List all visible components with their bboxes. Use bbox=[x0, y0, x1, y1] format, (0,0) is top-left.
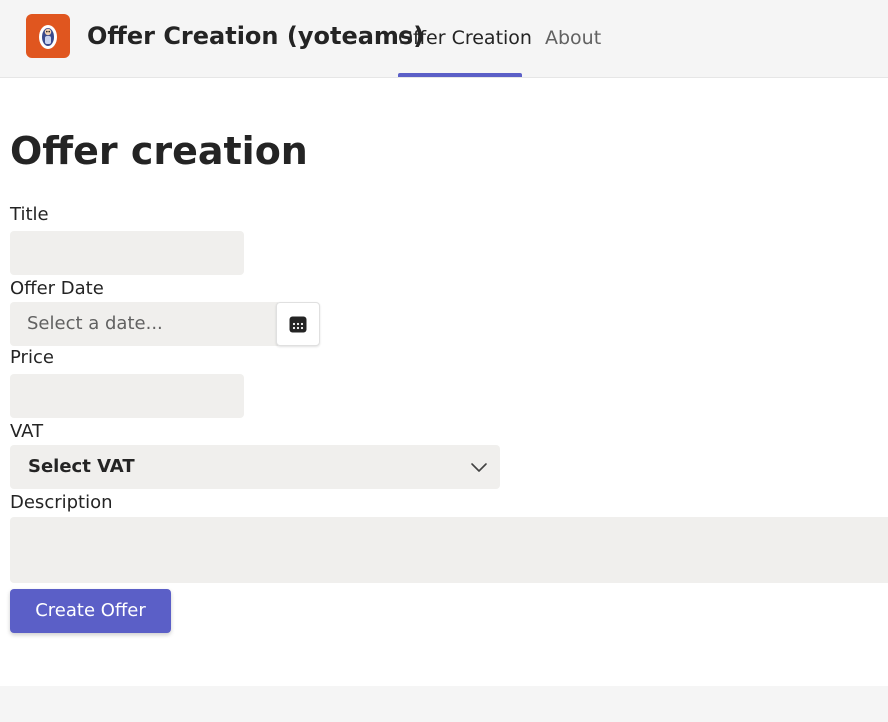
title-input[interactable] bbox=[10, 231, 244, 275]
page-title: Offer creation bbox=[10, 129, 308, 173]
tab-offer-creation[interactable]: Offer Creation bbox=[398, 26, 532, 50]
active-tab-indicator bbox=[398, 73, 522, 77]
offer-date-label: Offer Date bbox=[10, 278, 104, 299]
vat-selected-value: Select VAT bbox=[28, 456, 135, 477]
vat-select[interactable]: Select VAT bbox=[10, 445, 500, 489]
page: Offer Creation (yoteams) Offer Creation … bbox=[0, 0, 888, 722]
offer-date-input[interactable]: Select a date... bbox=[10, 302, 278, 346]
vat-label: VAT bbox=[10, 421, 44, 442]
price-label: Price bbox=[10, 347, 54, 368]
date-picker-button[interactable] bbox=[276, 302, 320, 346]
description-input[interactable] bbox=[10, 517, 888, 583]
description-label: Description bbox=[10, 492, 113, 513]
app-title: Offer Creation (yoteams) bbox=[87, 22, 425, 50]
create-offer-button[interactable]: Create Offer bbox=[10, 589, 171, 633]
yoteams-logo-icon bbox=[39, 25, 57, 49]
app-header: Offer Creation (yoteams) Offer Creation … bbox=[0, 0, 888, 78]
footer-bar bbox=[0, 686, 888, 722]
calendar-icon bbox=[289, 316, 307, 333]
app-logo bbox=[26, 14, 70, 58]
price-input[interactable] bbox=[10, 374, 244, 418]
offer-date-placeholder: Select a date... bbox=[27, 313, 163, 334]
title-label: Title bbox=[10, 204, 49, 225]
tab-about[interactable]: About bbox=[545, 26, 601, 50]
chevron-down-icon bbox=[471, 463, 487, 472]
